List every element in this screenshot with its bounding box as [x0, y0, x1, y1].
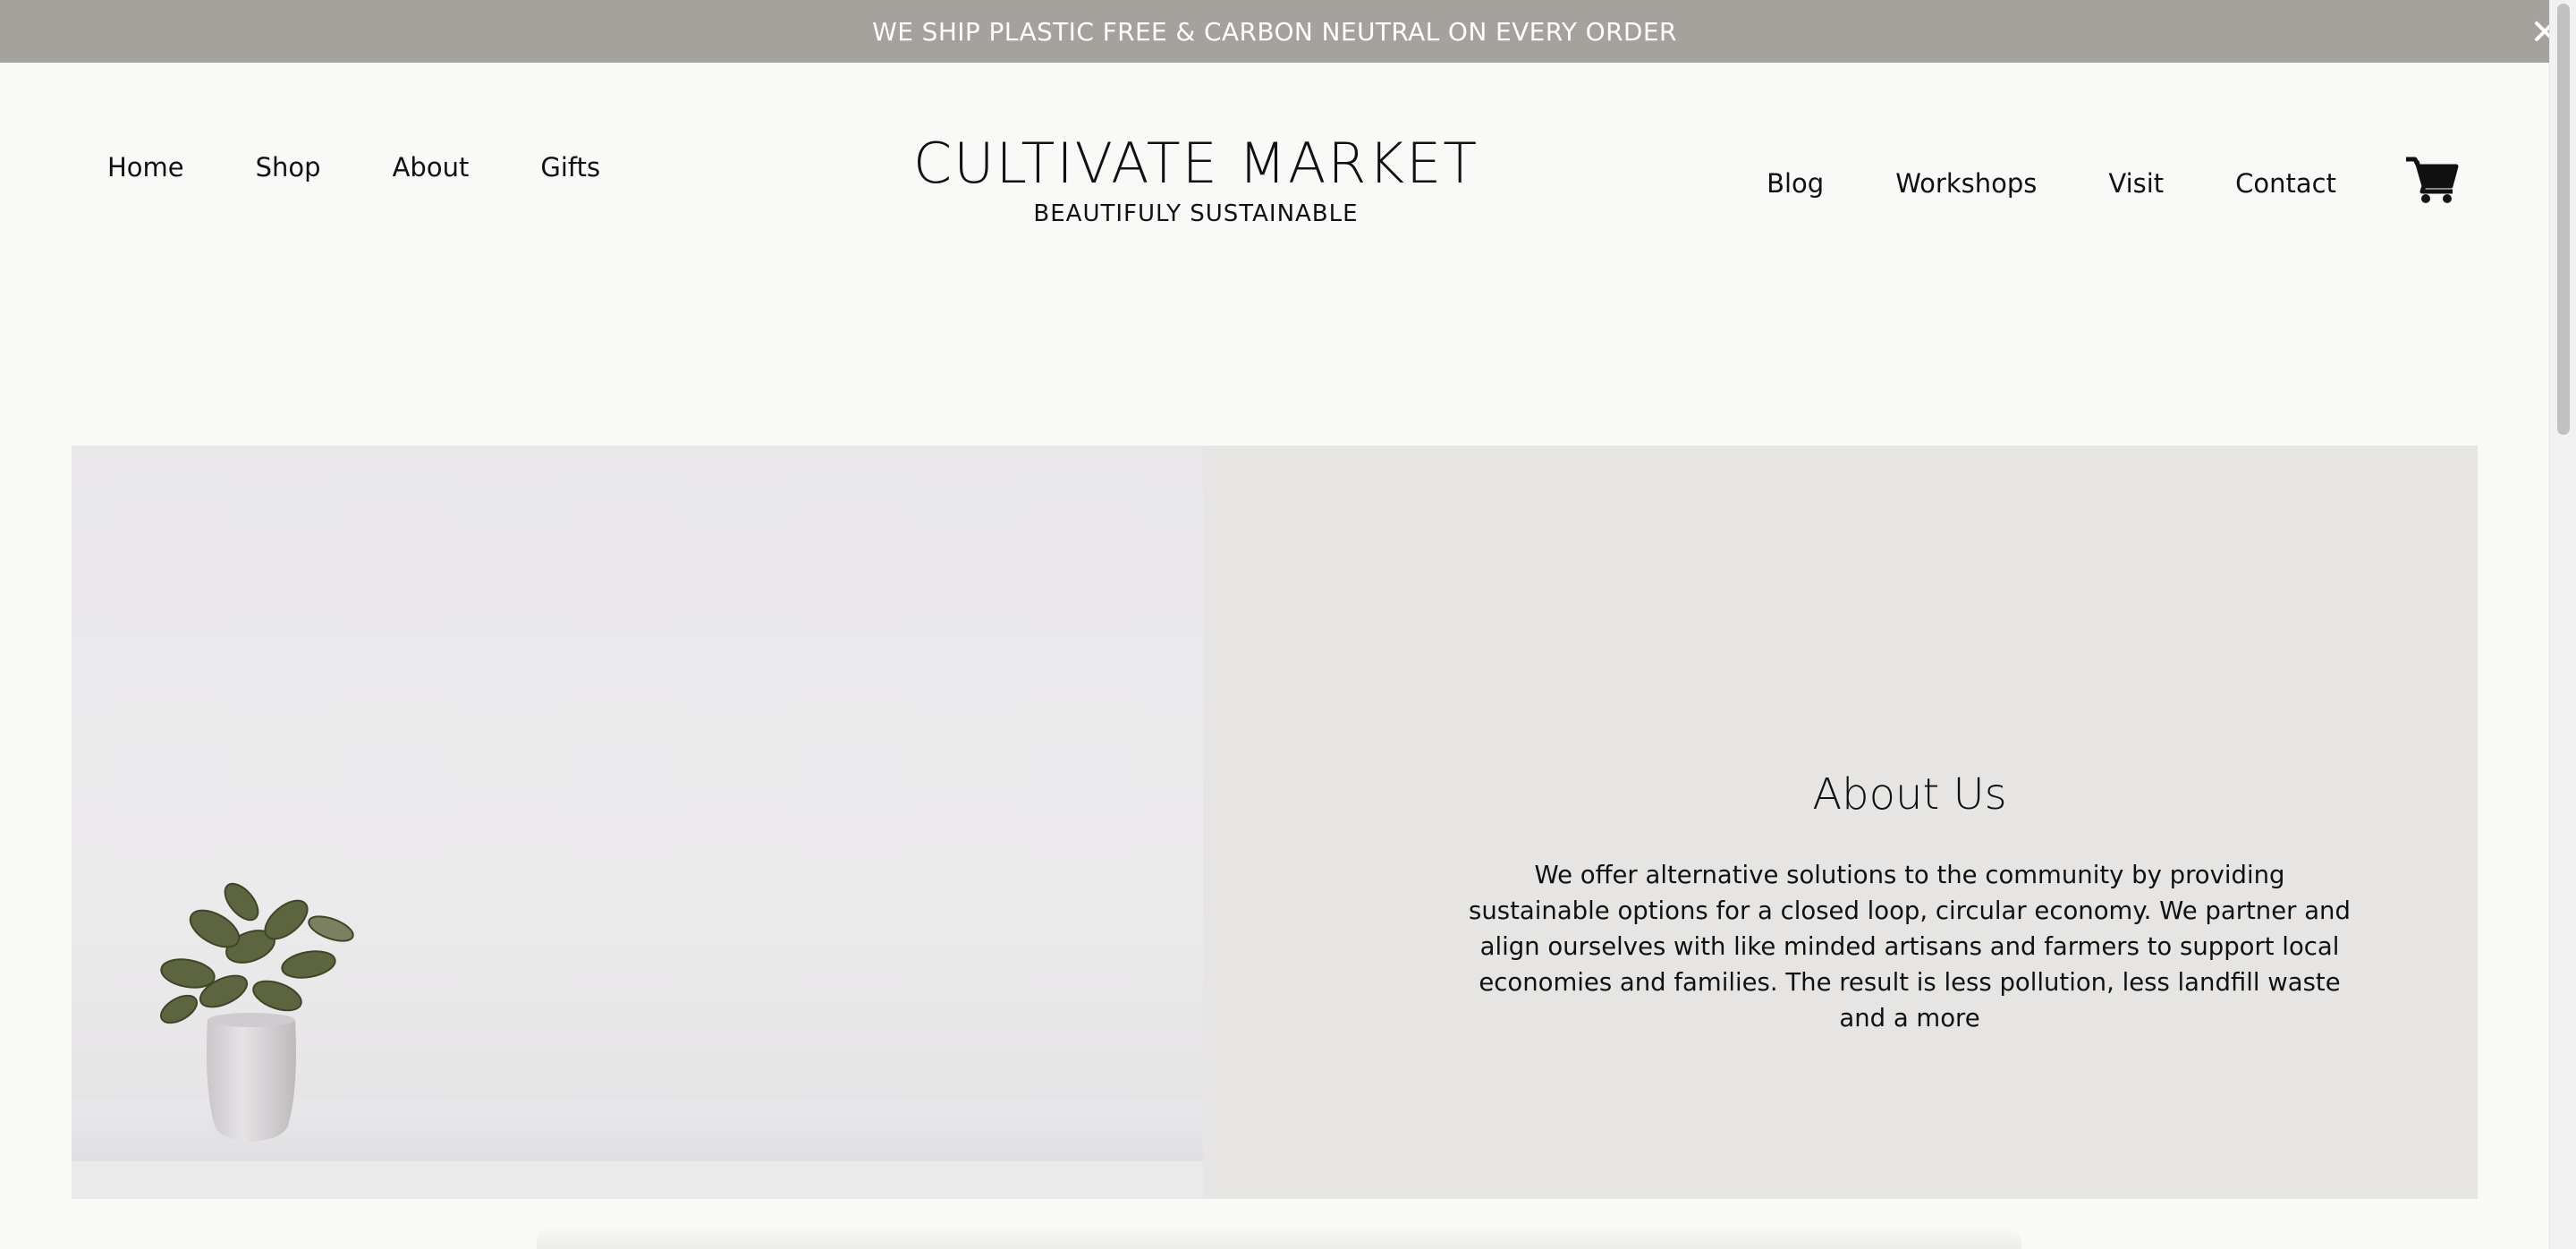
nav-home[interactable]: Home — [107, 152, 184, 183]
potted-plant-illustration — [160, 882, 354, 1142]
nav-gifts[interactable]: Gifts — [540, 152, 600, 183]
announcement-bar: WE SHIP PLASTIC FREE & CARBON NEUTRAL ON… — [0, 0, 2549, 63]
about-content: About Us We offer alternative solutions … — [1395, 769, 2424, 1036]
next-section-edge — [537, 1226, 2021, 1249]
nav-blog[interactable]: Blog — [1767, 168, 1824, 199]
scrollbar-thumb[interactable] — [2557, 4, 2570, 435]
nav-contact[interactable]: Contact — [2235, 168, 2336, 199]
brand-tagline: BEAUTIFULY SUSTAINABLE — [1033, 200, 1359, 227]
brand-title: CULTIVATE MARKET — [912, 131, 1479, 196]
announcement-text: WE SHIP PLASTIC FREE & CARBON NEUTRAL ON… — [872, 16, 1677, 47]
about-description: We offer alternative solutions to the co… — [1469, 861, 2351, 1032]
about-hero: About Us We offer alternative solutions … — [72, 446, 2478, 1199]
plant-image — [72, 446, 1203, 1199]
nav-visit[interactable]: Visit — [2108, 168, 2164, 199]
site-logo[interactable]: CULTIVATE MARKET BEAUTIFULY SUSTAINABLE — [894, 131, 1497, 228]
nav-workshops[interactable]: Workshops — [1895, 168, 2037, 199]
cart-button[interactable] — [2404, 154, 2460, 204]
shelf-edge — [72, 1161, 1203, 1199]
scrollbar[interactable] — [2549, 0, 2576, 1249]
nav-shop[interactable]: Shop — [256, 152, 321, 183]
about-heading: About Us — [1812, 769, 2007, 820]
cart-icon — [2406, 157, 2459, 203]
nav-about[interactable]: About — [393, 152, 470, 183]
primary-nav-right: Blog Workshops Visit Contact — [1767, 168, 2336, 199]
primary-nav-left: Home Shop About Gifts — [107, 152, 600, 183]
